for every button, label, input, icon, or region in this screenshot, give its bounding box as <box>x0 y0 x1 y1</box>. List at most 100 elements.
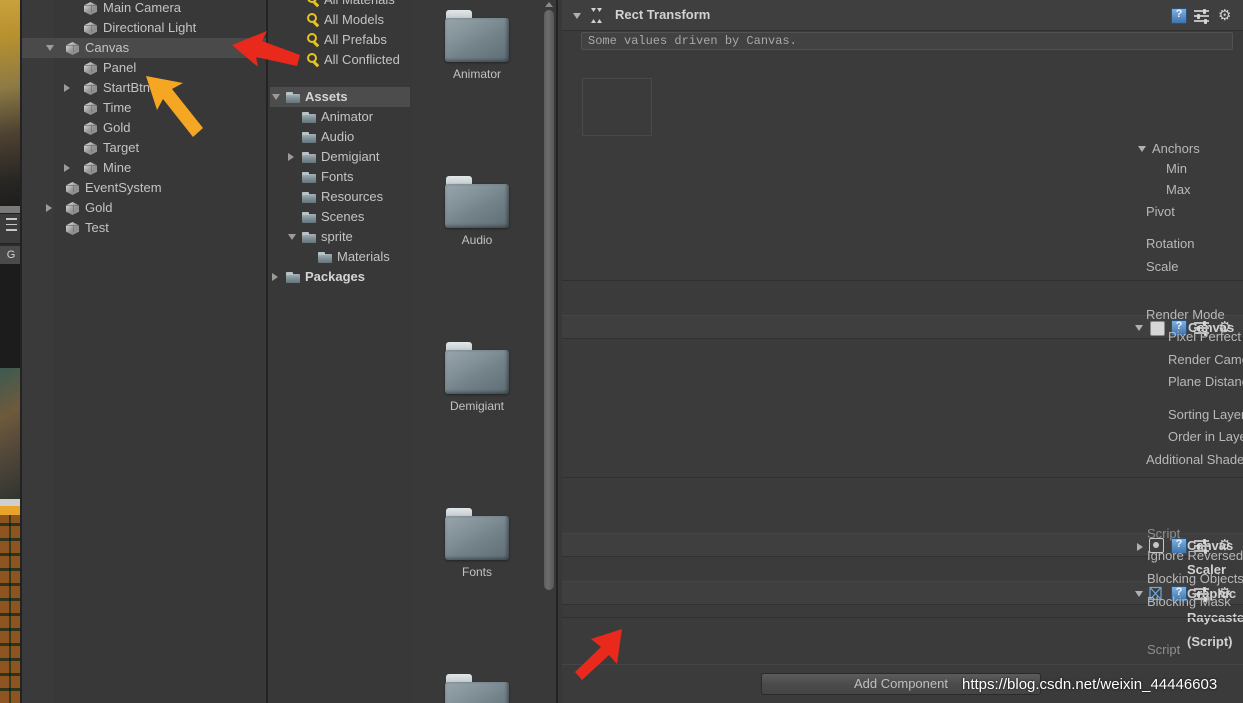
tree-expander-closed-icon[interactable] <box>64 84 70 92</box>
project-grid-item[interactable]: Demigiant <box>412 342 542 413</box>
inspector-panel[interactable]: Rect Transform ⚙ Some values driven by C… <box>562 0 1243 703</box>
hierarchy-item-gold[interactable]: Gold <box>22 118 268 138</box>
hierarchy-item-startbtn[interactable]: StartBtn <box>22 78 268 98</box>
project-grid-item[interactable]: Resources <box>412 674 542 703</box>
help-icon[interactable] <box>1171 8 1187 24</box>
folder-icon <box>445 342 509 394</box>
saved-search-label: All Models <box>324 12 384 27</box>
canvas-sorting-layer-label: Sorting Layer <box>1168 407 1243 422</box>
canvas-component-header[interactable]: Canvas ⚙ <box>562 315 1243 339</box>
canvas-scaler-header[interactable]: Canvas Scaler (Script) ⚙ <box>562 533 1243 601</box>
raycaster-ignore-reversed-graphics-label: Ignore Reversed Graphics <box>1147 548 1243 563</box>
rect-transform-bottom-separator <box>562 280 1243 281</box>
gameobject-icon <box>84 2 97 15</box>
hierarchy-item-label: Main Camera <box>103 0 182 15</box>
project-folder-materials[interactable]: Materials <box>270 247 410 267</box>
project-folder-scenes[interactable]: Scenes <box>270 207 410 227</box>
project-grid-item-label: Audio <box>461 233 493 247</box>
project-folder-animator[interactable]: Animator <box>270 107 410 127</box>
anchors-foldout-icon[interactable] <box>1138 146 1146 152</box>
gameobject-icon <box>84 122 97 135</box>
rect-rotation-label: Rotation <box>1146 236 1195 251</box>
hierarchy-item-time[interactable]: Time <box>22 98 268 118</box>
tree-expander-closed-icon[interactable] <box>46 204 52 212</box>
saved-search-label: All Prefabs <box>324 32 387 47</box>
folder-icon <box>445 508 509 560</box>
project-grid-item[interactable]: Fonts <box>412 508 542 579</box>
graphic-raycaster-header[interactable]: Graphic Raycaster (Script) ⚙ <box>562 581 1243 649</box>
rect-transform-foldout-icon[interactable] <box>573 13 581 19</box>
game-view-accent <box>0 506 22 515</box>
hierarchy-item-target[interactable]: Target <box>22 138 268 158</box>
folder-icon <box>445 10 509 62</box>
game-view-divider <box>0 499 22 506</box>
project-folder-audio[interactable]: Audio <box>270 127 410 147</box>
hamburger-icon[interactable] <box>0 214 22 244</box>
hierarchy-item-label: StartBtn <box>103 80 150 95</box>
hierarchy-panel[interactable]: Main Camera Directional Light Canvas Panel S… <box>22 0 268 703</box>
tree-expander-closed-icon[interactable] <box>64 164 70 172</box>
gameobject-icon <box>66 222 79 235</box>
project-folder-packages[interactable]: Packages <box>270 267 410 287</box>
hierarchy-item-main-camera[interactable]: Main Camera <box>22 0 268 18</box>
game-view-thumb <box>0 368 22 499</box>
graphic-raycaster-foldout-icon[interactable] <box>1135 591 1143 597</box>
game-tab-label[interactable]: G <box>0 246 22 264</box>
project-folder-label: Packages <box>305 269 365 284</box>
folder-icon <box>286 272 300 283</box>
rect-max-label: Max <box>1166 182 1191 197</box>
hierarchy-item-mine[interactable]: Mine <box>22 158 268 178</box>
preset-icon[interactable] <box>1194 8 1210 24</box>
saved-search-all-conflicted[interactable]: All Conflicted <box>270 50 410 70</box>
project-grid-item[interactable]: Audio <box>412 176 542 247</box>
rect-transform-header[interactable]: Rect Transform ⚙ <box>562 0 1243 31</box>
hierarchy-project-divider[interactable] <box>266 0 268 703</box>
hierarchy-item-test[interactable]: Test <box>22 218 268 238</box>
anchor-preset-button[interactable] <box>582 78 652 136</box>
project-tree-panel[interactable]: All Materials All Models All Prefabs All Co… <box>270 0 410 703</box>
project-scrollbar-thumb[interactable] <box>544 10 554 590</box>
canvas-scaler-foldout-icon[interactable] <box>1137 543 1143 551</box>
project-folder-demigiant[interactable]: Demigiant <box>270 147 410 167</box>
hierarchy-item-eventsystem[interactable]: EventSystem <box>22 178 268 198</box>
rect-pivot-label: Pivot <box>1146 204 1175 219</box>
project-grid-panel[interactable]: AnimatorAudioDemigiantFontsResourcesScen… <box>412 0 542 703</box>
project-scrollbar[interactable] <box>542 0 555 703</box>
project-folder-label: Demigiant <box>321 149 380 164</box>
hierarchy-item-gold[interactable]: Gold <box>22 198 268 218</box>
saved-search-all-models[interactable]: All Models <box>270 10 410 30</box>
hierarchy-item-panel[interactable]: Panel <box>22 58 268 78</box>
hierarchy-item-label: Mine <box>103 160 132 175</box>
saved-search-all-prefabs[interactable]: All Prefabs <box>270 30 410 50</box>
canvas-order-in-layer-label: Order in Layer <box>1168 429 1243 444</box>
project-folder-assets[interactable]: Assets <box>270 87 410 107</box>
project-grid-item[interactable]: Animator <box>412 10 542 81</box>
canvas-foldout-icon[interactable] <box>1135 325 1143 331</box>
project-folder-label: Resources <box>321 189 384 204</box>
canvas-component-icon <box>1150 321 1165 336</box>
project-inspector-divider[interactable] <box>556 0 558 703</box>
project-folder-sprite[interactable]: sprite <box>270 227 410 247</box>
project-folder-label: Assets <box>305 89 348 104</box>
saved-search-label: All Materials <box>324 0 395 10</box>
gear-icon[interactable]: ⚙ <box>1218 8 1234 24</box>
scene-view-sliver[interactable]: G <box>0 0 22 703</box>
rect-transform-info-box: Some values driven by Canvas. <box>581 32 1233 50</box>
hierarchy-item-canvas[interactable]: Canvas <box>22 38 268 58</box>
scroll-up-arrow[interactable] <box>545 2 553 7</box>
tree-expander-open-icon[interactable] <box>46 45 54 51</box>
folder-icon <box>286 92 300 103</box>
rect-transform-header-icons[interactable]: ⚙ <box>1171 8 1237 25</box>
hierarchy-item-directional-light[interactable]: Directional Light <box>22 18 268 38</box>
tree-expander-open-icon[interactable] <box>272 94 280 100</box>
folder-icon <box>302 172 316 183</box>
project-folder-resources[interactable]: Resources <box>270 187 410 207</box>
saved-search-all-materials[interactable]: All Materials <box>270 0 410 10</box>
tree-expander-closed-icon[interactable] <box>272 273 278 281</box>
folder-icon <box>302 132 316 143</box>
tree-expander-open-icon[interactable] <box>288 234 296 240</box>
tree-expander-closed-icon[interactable] <box>288 153 294 161</box>
canvas-plane-distance-label: Plane Distance <box>1168 374 1243 389</box>
project-folder-fonts[interactable]: Fonts <box>270 167 410 187</box>
ui-mgr-script-label: Script <box>1147 642 1181 657</box>
